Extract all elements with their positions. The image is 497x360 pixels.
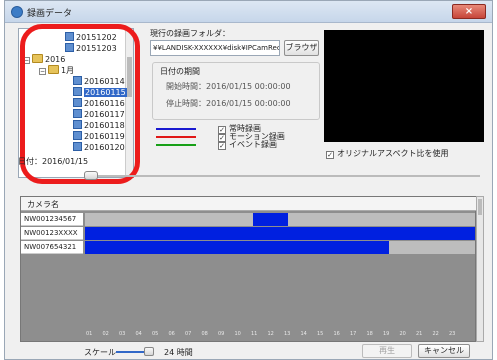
play-button[interactable]: 再生 — [362, 344, 412, 358]
recording-track[interactable] — [85, 241, 475, 254]
legend-line-0 — [156, 128, 196, 130]
hour-tick-label: 01 — [86, 331, 93, 337]
checkbox-icon[interactable]: ✓ — [218, 142, 226, 150]
scale-slider-knob[interactable] — [144, 347, 154, 356]
aspect-ratio-label: オリジナルアスペクト比を使用 — [337, 149, 449, 158]
hour-tick-label: 23 — [449, 331, 456, 337]
hour-tick-label: 07 — [185, 331, 192, 337]
scale-value: 24 時間 — [164, 348, 193, 357]
camera-column-header: カメラ名 — [27, 200, 59, 209]
hour-tick-label: 19 — [383, 331, 390, 337]
time-slider-knob[interactable] — [84, 171, 98, 180]
camera-name-cell[interactable]: NW00123XXXX — [21, 227, 83, 240]
hour-tick-label: 02 — [102, 331, 109, 337]
grid-scrollbar[interactable] — [476, 196, 484, 342]
scale-label: スケール — [84, 348, 116, 357]
end-time: 停止時間：2016/01/15 00:00:00 — [166, 99, 291, 108]
legend-checkbox-2[interactable]: ✓ イベント録画 — [218, 139, 277, 150]
hour-tick-label: 18 — [366, 331, 373, 337]
timeline-grid: カメラ名 NW001234567 NW00123XXXX NW007654321 — [20, 196, 477, 342]
date-row-label: 日付： — [18, 157, 42, 166]
legend-line-2 — [156, 144, 196, 146]
hour-tick-label: 15 — [317, 331, 324, 337]
recording-track[interactable] — [85, 227, 475, 240]
hour-tick-label: 12 — [267, 331, 274, 337]
recording-bar[interactable] — [252, 213, 288, 226]
hour-tick-label: 11 — [251, 331, 258, 337]
hour-tick-label: 21 — [416, 331, 423, 337]
date-row-value: 2016/01/15 — [42, 157, 89, 166]
close-button[interactable]: × — [452, 4, 486, 19]
app-icon — [11, 6, 23, 18]
hour-tick-label: 17 — [350, 331, 357, 337]
window-title: 録画データ — [27, 9, 73, 19]
title-bar: 録画データ × — [5, 1, 492, 23]
hour-tick-label: 03 — [119, 331, 126, 337]
recording-track[interactable] — [85, 213, 475, 226]
hour-tick-label: 16 — [333, 331, 340, 337]
camera-name-cell[interactable]: NW001234567 — [21, 213, 83, 226]
hour-tick-label: 09 — [218, 331, 225, 337]
hour-tick-label: 05 — [152, 331, 159, 337]
legend-line-1 — [156, 136, 196, 138]
legend-label: イベント録画 — [229, 140, 277, 149]
camera-name-cell[interactable]: NW007654321 — [21, 241, 83, 254]
grid-header: カメラ名 — [21, 197, 477, 211]
hour-tick-label: 22 — [432, 331, 439, 337]
date-row: 日付：2016/01/15 — [18, 156, 88, 167]
folder-path-field[interactable]: ¥¥LANDISK-XXXXXX¥disk¥IPCamReco — [150, 40, 280, 56]
recording-bar[interactable] — [85, 227, 475, 240]
recording-bar[interactable] — [85, 241, 390, 254]
checkbox-icon[interactable]: ✓ — [326, 151, 334, 159]
video-preview — [324, 30, 484, 142]
date-range-title: 日付の期間 — [160, 67, 200, 76]
browse-button[interactable]: ブラウザ — [284, 40, 319, 56]
aspect-ratio-checkbox[interactable]: ✓ オリジナルアスペクト比を使用 — [326, 148, 448, 159]
cancel-button[interactable]: キャンセル — [418, 344, 470, 358]
hour-tick-label: 13 — [284, 331, 291, 337]
start-time: 開始時間：2016/01/15 00:00:00 — [166, 82, 291, 91]
time-slider-track[interactable] — [84, 175, 480, 177]
hour-tick-label: 04 — [135, 331, 142, 337]
folder-label: 現行の録画フォルダ： — [150, 29, 230, 38]
hour-tick-label: 08 — [201, 331, 208, 337]
hour-axis: 01 02 03 04 05 06 07 08 09 10 11 12 13 14 15 16 17 18 19 20… — [84, 331, 474, 341]
hour-tick-label: 14 — [300, 331, 307, 337]
hour-tick-label: 20 — [399, 331, 406, 337]
hour-tick-label: 06 — [168, 331, 175, 337]
grid-scroll-thumb[interactable] — [478, 199, 482, 215]
hour-tick-label: 10 — [234, 331, 241, 337]
